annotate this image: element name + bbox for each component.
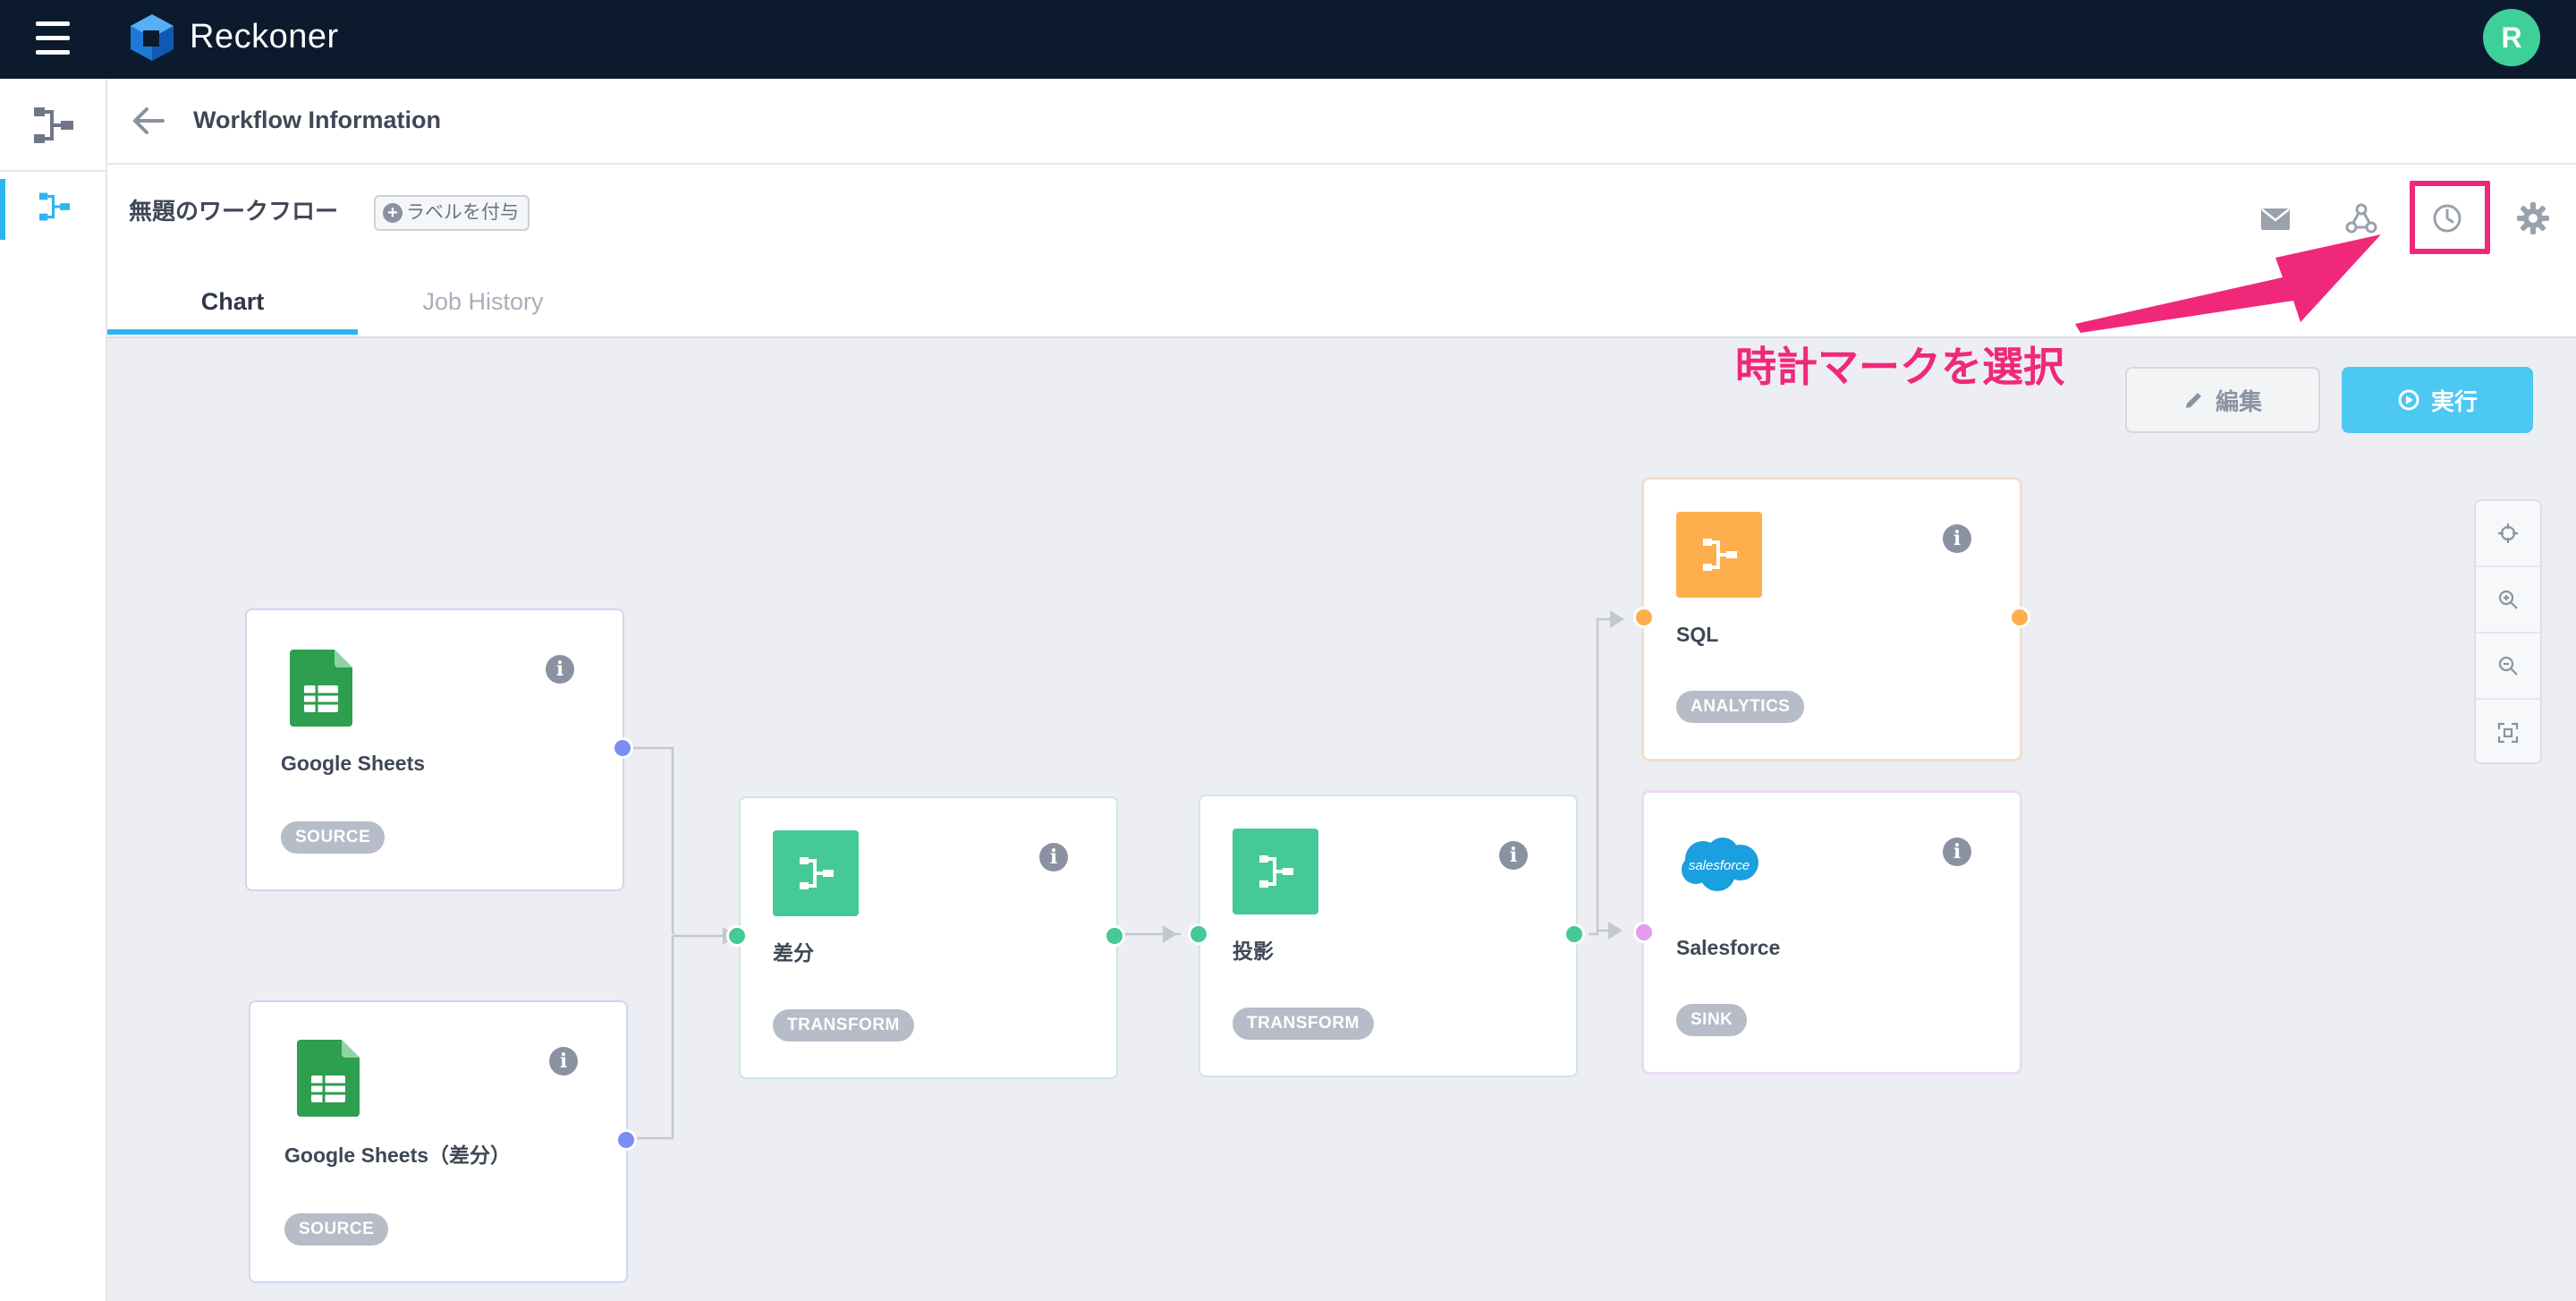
page-title: Workflow Information [193,106,441,133]
transform-icon [773,830,859,916]
add-label-text: ラベルを付与 [406,202,519,223]
sidebar-active-indicator [0,179,5,240]
node-diff[interactable]: i 差分 TRANSFORM [741,798,1116,1077]
node-label: SQL [1676,623,1719,646]
back-arrow-icon[interactable] [127,98,172,143]
info-icon[interactable]: i [1039,843,1068,872]
gear-icon[interactable] [2513,199,2553,238]
output-port[interactable] [1563,923,1585,945]
sidebar-item-workflows[interactable] [0,79,106,172]
header-bar [107,79,2576,165]
node-label: 差分 [773,941,814,965]
sidebar-item-workflow-active[interactable] [0,172,106,247]
node-tag: SOURCE [281,821,386,854]
output-port[interactable] [615,1129,637,1151]
info-icon[interactable]: i [1499,841,1528,870]
info-icon[interactable]: i [1943,838,1971,866]
analytics-icon [1676,512,1762,598]
node-tag: TRANSFORM [773,1009,914,1042]
node-google-sheets-diff[interactable]: i Google Sheets（差分） SOURCE [250,1002,626,1281]
google-sheets-icon [290,650,352,727]
node-label: 投影 [1233,940,1274,963]
info-icon[interactable]: i [549,1047,578,1076]
pencil-icon [2185,393,2201,408]
annotation-arrow [2075,234,2381,333]
node-projection[interactable]: i 投影 TRANSFORM [1200,796,1576,1076]
top-bar [0,0,2576,79]
workflow-icon [39,192,70,221]
fit-screen-icon[interactable] [2476,700,2540,766]
plus-icon: + [383,203,402,223]
app-title: Reckoner [190,18,339,55]
play-circle-icon [2398,389,2419,411]
sidebar [0,79,107,1301]
user-avatar[interactable]: R [2483,9,2540,66]
input-port[interactable] [726,925,748,947]
node-label: Google Sheets（差分） [284,1144,512,1167]
output-port[interactable] [612,737,633,759]
node-tag: SOURCE [284,1213,389,1246]
node-tag: TRANSFORM [1233,1008,1374,1040]
salesforce-logo-text: salesforce [1689,858,1750,873]
node-salesforce[interactable]: salesforce i Salesforce SINK [1644,793,2020,1072]
edit-button-label: 編集 [2215,387,2262,415]
hamburger-menu-icon[interactable] [36,20,72,57]
annotation-text: 時計マークを選択 [1735,344,2064,390]
salesforce-icon: salesforce [1676,832,1762,895]
reckoner-logo [125,11,179,64]
workflow-icon [34,107,73,143]
zoom-out-icon[interactable] [2476,633,2540,700]
node-tag: ANALYTICS [1676,691,1805,723]
input-port[interactable] [1633,922,1655,943]
tab-job-history[interactable]: Job History [358,268,608,335]
transform-icon [1233,829,1318,914]
add-label-button[interactable]: + ラベルを付与 [374,195,530,231]
output-port[interactable] [2009,607,2030,628]
output-port[interactable] [1104,925,1125,947]
zoom-controls [2474,499,2542,764]
node-tag: SINK [1676,1004,1748,1036]
input-port[interactable] [1188,923,1209,945]
run-button-label: 実行 [2430,387,2478,415]
input-port[interactable] [1633,607,1655,628]
run-button[interactable]: 実行 [2342,367,2533,433]
node-label: Google Sheets [281,752,426,775]
info-icon[interactable]: i [546,655,574,684]
clock-highlight-box [2410,181,2490,254]
node-google-sheets[interactable]: i Google Sheets SOURCE [247,610,623,889]
google-sheets-icon [297,1040,360,1117]
crosshair-icon[interactable] [2476,501,2540,567]
tab-chart[interactable]: Chart [107,268,358,335]
info-icon[interactable]: i [1943,524,1971,553]
node-sql[interactable]: i SQL ANALYTICS [1644,480,2020,759]
zoom-in-icon[interactable] [2476,567,2540,633]
node-label: Salesforce [1676,936,1781,959]
workflow-name[interactable]: 無題のワークフロー [129,195,338,227]
edit-button[interactable]: 編集 [2125,367,2320,433]
